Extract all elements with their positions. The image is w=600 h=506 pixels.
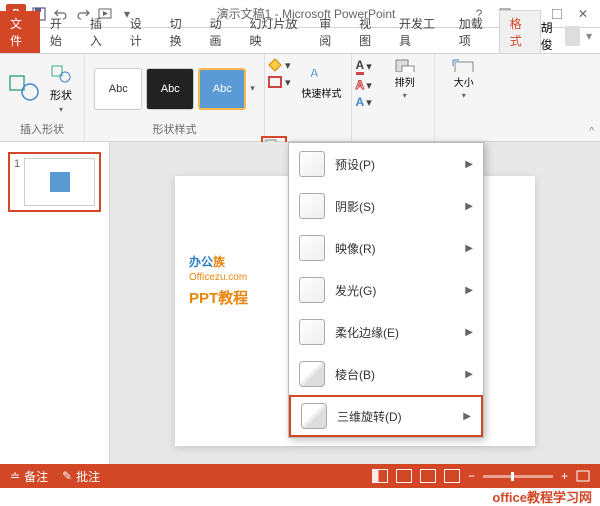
quick-styles-button[interactable]: A 快速样式 — [301, 58, 343, 100]
tab-slideshow[interactable]: 幻灯片放映 — [239, 11, 309, 53]
sorter-view-icon[interactable] — [396, 469, 412, 483]
shape-fill-button[interactable]: ▾ — [267, 58, 291, 72]
comments-button[interactable]: ✎ 批注 — [62, 468, 100, 485]
footer-credit: office教程学习网 — [492, 487, 592, 506]
submenu-arrow-icon: ▶ — [465, 327, 473, 338]
menu-label: 发光(G) — [335, 282, 455, 299]
avatar — [565, 26, 580, 46]
submenu-arrow-icon: ▶ — [465, 243, 473, 254]
style-swatch-3[interactable]: Abc — [198, 68, 246, 110]
group-wordart: A 快速样式 — [293, 54, 352, 141]
menu-item-glow[interactable]: 发光(G) ▶ — [289, 269, 483, 311]
slide-number: 1 — [14, 158, 20, 206]
fit-to-window-icon[interactable] — [576, 470, 590, 482]
menu-item-reflection[interactable]: 映像(R) ▶ — [289, 227, 483, 269]
menu-item-shadow[interactable]: 阴影(S) ▶ — [289, 185, 483, 227]
shapes-button[interactable]: 形状 ▾ — [46, 59, 76, 118]
user-name: 胡俊 — [541, 19, 559, 53]
menu-label: 棱台(B) — [335, 366, 455, 383]
submenu-arrow-icon: ▶ — [465, 159, 473, 170]
collapse-ribbon-icon[interactable]: ^ — [589, 126, 594, 137]
normal-view-icon[interactable] — [372, 469, 388, 483]
group-label-insert-shapes: 插入形状 — [20, 119, 64, 137]
size-button[interactable]: 大小 ▾ — [443, 58, 485, 100]
slideshow-view-icon[interactable] — [444, 469, 460, 483]
zoom-slider[interactable] — [483, 475, 553, 478]
tab-transitions[interactable]: 切换 — [160, 11, 200, 53]
zoom-in-button[interactable]: + — [561, 469, 568, 483]
reading-view-icon[interactable] — [420, 469, 436, 483]
menu-label: 三维旋转(D) — [337, 408, 453, 425]
glow-icon — [299, 277, 325, 303]
menu-label: 柔化边缘(E) — [335, 324, 455, 341]
style-gallery-more-icon[interactable]: ▾ — [250, 83, 255, 94]
zoom-out-button[interactable]: − — [468, 469, 475, 483]
menu-item-3d-rotation[interactable]: 三维旋转(D) ▶ — [289, 395, 483, 437]
user-area[interactable]: 胡俊 ▾ — [541, 19, 600, 53]
tab-design[interactable]: 设计 — [120, 11, 160, 53]
style-swatch-1[interactable]: Abc — [94, 68, 142, 110]
tab-insert[interactable]: 插入 — [80, 11, 120, 53]
menu-label: 预设(P) — [335, 156, 455, 173]
group-insert-shapes: 形状 ▾ 插入形状 — [0, 54, 85, 141]
size-label: 大小 — [454, 74, 474, 89]
ribbon-tabs: 文件 开始 插入 设计 切换 动画 幻灯片放映 审阅 视图 开发工具 加载项 格… — [0, 28, 600, 54]
shapes-gallery-icon[interactable] — [8, 72, 42, 106]
tab-view[interactable]: 视图 — [349, 11, 389, 53]
shadow-icon — [299, 193, 325, 219]
bevel-icon — [299, 361, 325, 387]
menu-item-bevel[interactable]: 棱台(B) ▶ — [289, 353, 483, 395]
shape-outline-button[interactable]: ▾ — [267, 75, 291, 89]
slide-thumbnail-1[interactable]: 1 — [8, 152, 101, 212]
fill-outline-effects: ▾ ▾ ▾ — [265, 54, 293, 141]
status-bar: ≐ 备注 ✎ 批注 − + — [0, 464, 600, 488]
thumbnail-preview — [24, 158, 95, 206]
text-fill-outline-effects: A▾ A▾ A▾ — [352, 54, 376, 141]
arrange-label: 排列 — [395, 74, 415, 89]
tab-file[interactable]: 文件 — [0, 11, 40, 53]
3d-rotation-icon — [301, 403, 327, 429]
tab-addins[interactable]: 加载项 — [449, 11, 499, 53]
quick-styles-label: 快速样式 — [302, 85, 342, 100]
watermark: 办公族 Officezu.com PPT教程 — [189, 246, 248, 308]
preset-icon — [299, 151, 325, 177]
tab-review[interactable]: 审阅 — [309, 11, 349, 53]
menu-item-soft-edges[interactable]: 柔化边缘(E) ▶ — [289, 311, 483, 353]
menu-label: 映像(R) — [335, 240, 455, 257]
shape-effects-menu: 预设(P) ▶ 阴影(S) ▶ 映像(R) ▶ 发光(G) ▶ 柔化边缘(E) … — [288, 142, 484, 438]
tab-home[interactable]: 开始 — [40, 11, 80, 53]
submenu-arrow-icon: ▶ — [463, 411, 471, 422]
style-swatch-2[interactable]: Abc — [146, 68, 194, 110]
text-outline-button[interactable]: A▾ — [356, 78, 372, 92]
group-arrange: 排列 ▾ — [376, 54, 435, 141]
group-shape-styles: Abc Abc Abc ▾ 形状样式 — [85, 54, 265, 141]
group-label-shape-styles: 形状样式 — [153, 119, 197, 137]
text-effects-button[interactable]: A▾ — [356, 95, 372, 109]
arrange-button[interactable]: 排列 ▾ — [384, 58, 426, 100]
slide-thumbnail-panel: 1 — [0, 142, 110, 480]
ribbon: 形状 ▾ 插入形状 Abc Abc Abc ▾ 形状样式 ▾ ▾ ▾ A 快速样… — [0, 54, 600, 142]
submenu-arrow-icon: ▶ — [465, 369, 473, 380]
soft-edges-icon — [299, 319, 325, 345]
menu-item-preset[interactable]: 预设(P) ▶ — [289, 143, 483, 185]
user-dropdown-icon[interactable]: ▾ — [586, 29, 592, 43]
submenu-arrow-icon: ▶ — [465, 285, 473, 296]
tab-animations[interactable]: 动画 — [200, 11, 240, 53]
svg-text:A: A — [310, 66, 319, 80]
tab-format[interactable]: 格式 — [499, 10, 541, 53]
group-size: 大小 ▾ — [435, 54, 493, 141]
menu-label: 阴影(S) — [335, 198, 455, 215]
reflection-icon — [299, 235, 325, 261]
shapes-label: 形状 — [50, 87, 72, 103]
tab-developer[interactable]: 开发工具 — [389, 11, 449, 53]
notes-button[interactable]: ≐ 备注 — [10, 468, 48, 485]
text-fill-button[interactable]: A▾ — [356, 58, 372, 75]
submenu-arrow-icon: ▶ — [465, 201, 473, 212]
